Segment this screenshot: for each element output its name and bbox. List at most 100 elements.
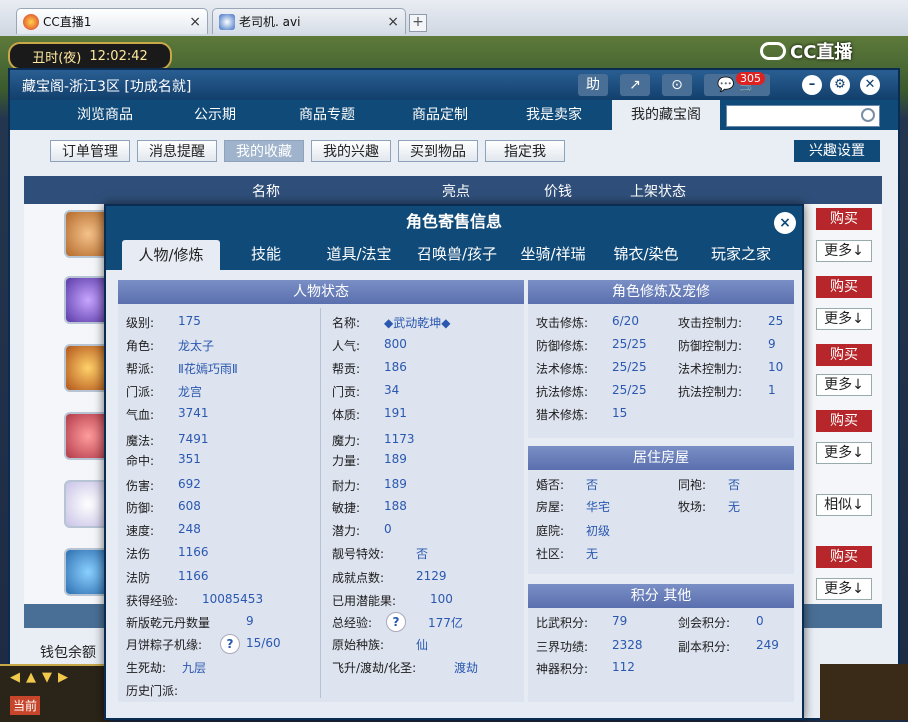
close-tab-icon[interactable]: × <box>189 14 201 30</box>
stat-history-school: 历史门派: <box>126 684 179 698</box>
buy-button[interactable]: 购买 <box>816 344 872 366</box>
browser-tab-label: CC直播1 <box>43 15 92 29</box>
cc-live-logo: CC直播 <box>760 38 900 64</box>
tab-character[interactable]: 人物/修炼 <box>122 240 220 270</box>
stat-mooncake: 月饼粽子机缘:? 15/60 <box>126 634 281 654</box>
stat-total-exp: 总经验:? 177亿 <box>332 612 463 632</box>
cultivation-header: 角色修炼及宠修 <box>528 280 794 304</box>
sub-nav: 订单管理 消息提醒 我的收藏 我的兴趣 买到物品 指定我 兴趣设置 <box>10 130 898 170</box>
stat-popularity: 人气: 800 <box>332 337 407 353</box>
tab-items[interactable]: 道具/法宝 <box>312 238 406 270</box>
nav-my-pavilion[interactable]: 我的藏宝阁 <box>612 100 720 130</box>
nav-custom[interactable]: 商品定制 <box>384 100 496 130</box>
wallet-balance-label: 钱包余额 <box>40 645 96 661</box>
nav-browse[interactable]: 浏览商品 <box>50 100 160 130</box>
housing-row: 社区: 无 <box>536 547 599 561</box>
more-button[interactable]: 更多↓ <box>816 374 872 396</box>
browser-tab-bar: CC直播1 × 老司机. avi × + <box>0 0 908 37</box>
more-button[interactable]: 更多↓ <box>816 578 872 600</box>
list-header: 名称 亮点 价钱 上架状态 <box>24 176 882 204</box>
tab-mounts[interactable]: 坐骑/祥瑞 <box>508 238 598 270</box>
col-name: 名称 <box>252 184 280 200</box>
character-status-header: 人物状态 <box>118 280 524 304</box>
cultivation-row: 防御修炼: 25/25 防御控制力: 9 <box>536 337 776 353</box>
nav-public[interactable]: 公示期 <box>160 100 270 130</box>
stat-name: 名称: ◆武动乾坤◆ <box>332 316 451 330</box>
nav-topics[interactable]: 商品专题 <box>272 100 382 130</box>
settings-gear-icon[interactable]: ⚙ <box>830 75 850 95</box>
dialog-title: 角色寄售信息 <box>106 206 802 238</box>
subnav-favorites[interactable]: 我的收藏 <box>224 140 304 162</box>
nav-seller[interactable]: 我是卖家 <box>498 100 610 130</box>
cultivation-row: 法术修炼: 25/25 法术控制力: 10 <box>536 360 784 376</box>
column-divider <box>320 308 321 698</box>
help-icon[interactable]: ? <box>386 612 406 632</box>
cultivation-row: 猎术修炼: 15 <box>536 406 628 422</box>
stat-constitution: 体质: 191 <box>332 406 407 422</box>
close-icon[interactable]: ✕ <box>860 75 880 95</box>
similar-button[interactable]: 相似↓ <box>816 494 872 516</box>
housing-header: 居住房屋 <box>528 446 794 470</box>
interest-settings-button[interactable]: 兴趣设置 <box>794 140 880 162</box>
share-button[interactable]: ↗ <box>620 74 650 96</box>
subnav-interests[interactable]: 我的兴趣 <box>311 140 391 162</box>
stat-mp: 魔法: 7491 <box>126 432 209 448</box>
buy-button[interactable]: 购买 <box>816 208 872 230</box>
stat-hit: 命中: 351 <box>126 452 201 468</box>
stat-hp: 气血: 3741 <box>126 406 209 422</box>
subnav-alerts[interactable]: 消息提醒 <box>137 140 217 162</box>
video-file-icon <box>219 13 235 30</box>
col-price: 价钱 <box>544 184 572 200</box>
more-button[interactable]: 更多↓ <box>816 442 872 464</box>
points-header: 积分 其他 <box>528 584 794 608</box>
new-tab-button[interactable]: + <box>409 14 427 32</box>
stat-guild: 帮派: Ⅱ花嫣巧雨Ⅱ <box>126 362 238 376</box>
stat-potential-fruit: 已用潜能果: 100 <box>332 592 453 608</box>
housing-panel <box>528 470 794 574</box>
more-button[interactable]: 更多↓ <box>816 308 872 330</box>
stat-damage: 伤害: 692 <box>126 477 201 493</box>
search-input[interactable] <box>726 105 880 127</box>
tab-pets[interactable]: 召唤兽/孩子 <box>408 238 506 270</box>
browser-tab-video[interactable]: 老司机. avi × <box>212 8 406 34</box>
stat-strength: 力量: 189 <box>332 452 407 468</box>
subnav-bought[interactable]: 买到物品 <box>398 140 478 162</box>
stat-exp-gained: 获得经验: 10085453 <box>126 592 264 608</box>
minimize-icon[interactable]: – <box>802 75 822 95</box>
stat-achievement: 成就点数: 2129 <box>332 569 447 585</box>
current-channel-label[interactable]: 当前 <box>10 696 41 715</box>
help-icon[interactable]: ? <box>220 634 240 654</box>
buy-button[interactable]: 购买 <box>816 546 872 568</box>
tab-skills[interactable]: 技能 <box>224 238 308 270</box>
stat-spell-damage: 法伤 1166 <box>126 545 209 561</box>
stat-endurance: 耐力: 189 <box>332 477 407 493</box>
clock-time: 12:02:42 <box>89 48 148 64</box>
subnav-orders[interactable]: 订单管理 <box>50 140 130 162</box>
buy-button[interactable]: 购买 <box>816 276 872 298</box>
stat-magic: 魔力: 1173 <box>332 432 415 448</box>
window-titlebar: 藏宝阁-浙江3区 [功成名就] 助 ↗ ⊙ 💬 🛒 305 – ⚙ ✕ <box>10 70 898 100</box>
direction-arrows-icon[interactable]: ◀▲▼▶ <box>10 670 74 685</box>
stat-agility: 敏捷: 188 <box>332 499 407 515</box>
stat-potential: 潜力: 0 <box>332 522 392 538</box>
close-tab-icon[interactable]: × <box>387 14 399 30</box>
stat-speed: 速度: 248 <box>126 522 201 538</box>
housing-row: 庭院: 初级 <box>536 524 611 538</box>
points-row: 比武积分: 79 剑会积分: 0 <box>536 614 764 630</box>
more-button[interactable]: 更多↓ <box>816 240 872 262</box>
stat-ascension: 飞升/渡劫/化圣: 渡劫 <box>332 661 479 675</box>
tab-home[interactable]: 玩家之家 <box>696 238 786 270</box>
record-button[interactable]: ⊙ <box>662 74 692 96</box>
stat-level: 级别: 175 <box>126 314 201 330</box>
dialog-tabs: 人物/修炼 技能 道具/法宝 召唤兽/孩子 坐骑/祥瑞 锦衣/染色 玩家之家 <box>106 238 802 270</box>
buy-button[interactable]: 购买 <box>816 410 872 432</box>
dialog-close-icon[interactable]: × <box>774 212 796 234</box>
points-row: 神器积分: 112 <box>536 660 635 676</box>
help-button[interactable]: 助 <box>578 74 608 96</box>
subnav-designated[interactable]: 指定我 <box>485 140 565 162</box>
tab-outfits[interactable]: 锦衣/染色 <box>600 238 692 270</box>
stat-life-death: 生死劫: 九层 <box>126 661 207 675</box>
browser-tab-cc[interactable]: CC直播1 × <box>16 8 208 34</box>
housing-row: 婚否: 否同袍: 否 <box>536 478 741 492</box>
game-clock: 丑时(夜) 12:02:42 <box>8 42 172 70</box>
